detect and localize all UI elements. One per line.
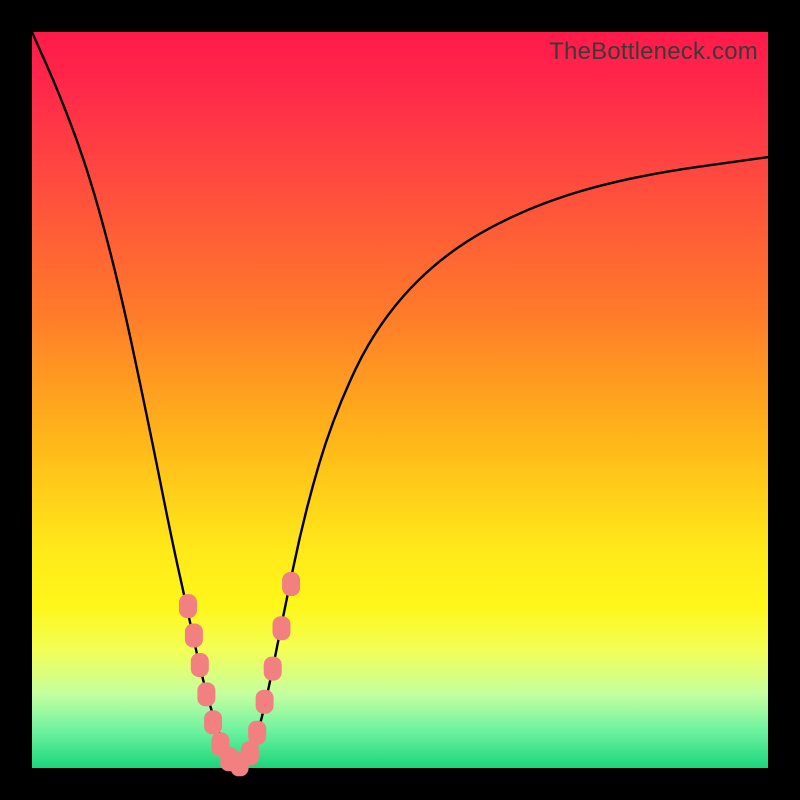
data-marker <box>204 710 222 734</box>
data-marker <box>191 653 209 677</box>
chart-svg <box>32 32 768 768</box>
data-marker <box>241 741 259 765</box>
data-marker <box>264 657 282 681</box>
data-marker <box>282 572 300 596</box>
data-marker <box>197 682 215 706</box>
data-marker <box>248 721 266 745</box>
data-markers <box>179 572 300 776</box>
data-marker <box>256 690 274 714</box>
data-marker <box>273 616 291 640</box>
data-marker <box>179 594 197 618</box>
chart-frame: TheBottleneck.com <box>32 32 768 768</box>
bottleneck-curve <box>32 32 768 764</box>
watermark-text: TheBottleneck.com <box>549 38 758 66</box>
data-marker <box>185 624 203 648</box>
